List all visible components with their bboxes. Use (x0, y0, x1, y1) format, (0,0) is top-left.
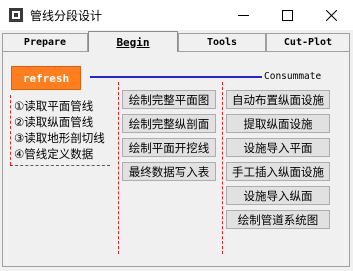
minimize-icon (237, 14, 249, 16)
step-item: ①读取平面管线 (14, 99, 94, 113)
close-button[interactable] (309, 0, 353, 30)
refresh-button[interactable]: refresh (11, 66, 81, 90)
step-item: ④管线定义数据 (14, 147, 94, 161)
maximize-icon (281, 9, 293, 21)
draw-full-profile-button[interactable]: 绘制完整纵剖面 (122, 114, 216, 133)
dashed-divider (10, 95, 11, 165)
manual-insert-facilities-button[interactable]: 手工插入纵面设施 (226, 162, 330, 181)
progress-line (90, 76, 262, 78)
tab-tools[interactable]: Tools (178, 33, 266, 51)
tab-label: Begin (116, 35, 150, 49)
tab-label: Prepare (23, 37, 67, 48)
tab-label: Tools (206, 37, 238, 48)
tab-cut-plot[interactable]: Cut-Plot (266, 33, 350, 51)
draw-excavation-line-button[interactable]: 绘制平面开挖线 (122, 138, 216, 157)
minimize-button[interactable] (221, 0, 265, 30)
app-icon (9, 8, 23, 22)
app-window: 管线分段设计 Prepare Begin Tools Cut-Plot refr… (0, 0, 353, 271)
title-bar: 管线分段设计 (0, 0, 353, 30)
dashed-divider (222, 82, 223, 254)
tab-prepare[interactable]: Prepare (2, 33, 88, 51)
window-title: 管线分段设计 (30, 9, 103, 23)
import-facilities-plan-button[interactable]: 设施导入平面 (226, 138, 330, 157)
step-item: ②读取纵面管线 (14, 115, 94, 129)
tab-begin[interactable]: Begin (88, 31, 178, 52)
dashed-divider (10, 165, 110, 166)
import-facilities-profile-button[interactable]: 设施导入纵面 (226, 186, 330, 205)
step-item: ③读取地形剖切线 (14, 131, 105, 145)
steps-list: ①读取平面管线 ②读取纵面管线 ③读取地形剖切线 ④管线定义数据 (14, 98, 105, 162)
draw-full-plan-button[interactable]: 绘制完整平面图 (122, 90, 216, 109)
extract-facilities-button[interactable]: 提取纵面设施 (226, 114, 330, 133)
auto-layout-facilities-button[interactable]: 自动布置纵面设施 (226, 90, 330, 109)
write-final-data-button[interactable]: 最终数据写入表 (122, 162, 216, 181)
dashed-divider (118, 82, 119, 254)
maximize-button[interactable] (265, 0, 309, 30)
close-icon (325, 9, 337, 21)
tab-label: Cut-Plot (283, 37, 333, 48)
consummate-label: Consummate (264, 71, 322, 82)
draw-pipe-system-button[interactable]: 绘制管道系统图 (226, 210, 330, 229)
